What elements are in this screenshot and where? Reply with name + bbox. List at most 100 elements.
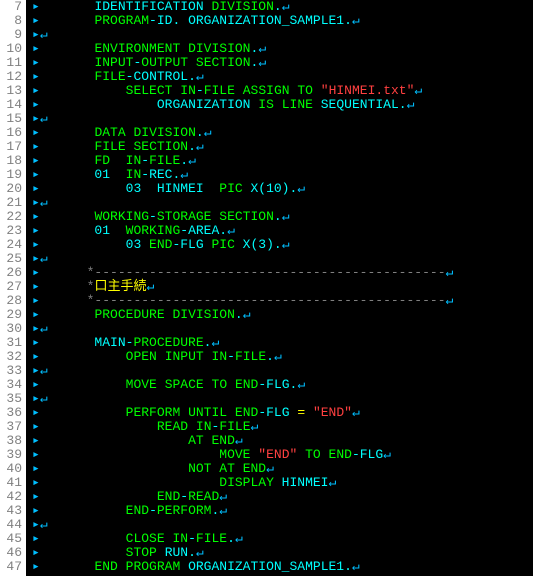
line-marker-icon: ▸ (32, 531, 40, 546)
code-token (40, 489, 157, 504)
code-token: END (235, 377, 258, 392)
line-number: 36 (2, 406, 22, 420)
newline-marker-icon: ↵ (243, 307, 251, 322)
code-token (204, 377, 212, 392)
code-token: TO (297, 83, 313, 98)
line-marker-icon: ▸ (32, 167, 40, 182)
newline-marker-icon: ↵ (251, 419, 259, 434)
line-marker-icon: ▸ (32, 293, 40, 308)
code-token: DIVISION (172, 307, 234, 322)
line-number: 25 (2, 252, 22, 266)
line-number: 10 (2, 42, 22, 56)
code-token: ID (157, 13, 173, 28)
code-token: PROGRAM (126, 559, 181, 574)
line-number-gutter: 7891011121314151617181920212223242526272… (0, 0, 26, 576)
newline-marker-icon: ↵ (211, 335, 219, 350)
code-token: -FLG. (258, 377, 297, 392)
code-token: FILE (94, 139, 125, 154)
code-line: ▸↵ (32, 518, 533, 532)
line-marker-icon: ▸ (32, 447, 40, 462)
code-token: MOVE (126, 377, 157, 392)
code-editor: 7891011121314151617181920212223242526272… (0, 0, 533, 576)
code-token: END (235, 405, 258, 420)
newline-marker-icon: ↵ (180, 167, 188, 182)
code-token: -REC. (141, 167, 180, 182)
line-number: 38 (2, 434, 22, 448)
newline-marker-icon: ↵ (414, 83, 422, 98)
code-token (235, 83, 243, 98)
code-token (40, 405, 126, 420)
code-token: FILE (219, 419, 250, 434)
code-token: FILE (94, 69, 125, 84)
code-token: PERFORM (126, 405, 181, 420)
code-line: ▸ 01 WORKING-AREA.↵ (32, 224, 533, 238)
code-area[interactable]: ▸ IDENTIFICATION DIVISION.↵▸ PROGRAM-ID.… (26, 0, 533, 576)
line-number: 33 (2, 364, 22, 378)
code-token (40, 559, 95, 574)
newline-marker-icon: ▸↵ (32, 363, 48, 378)
code-token: -FLG (258, 405, 297, 420)
line-number: 20 (2, 182, 22, 196)
code-token: . (399, 97, 407, 112)
code-token (40, 55, 95, 70)
code-line: ▸ END PROGRAM ORGANIZATION_SAMPLE1.↵ (32, 560, 533, 574)
code-token: CONTROL (133, 69, 188, 84)
code-token: FILE (149, 153, 180, 168)
line-marker-icon: ▸ (32, 55, 40, 70)
code-token: PROGRAM (94, 13, 149, 28)
newline-marker-icon: ▸↵ (32, 27, 48, 42)
code-line: ▸ PROCEDURE DIVISION.↵ (32, 308, 533, 322)
line-number: 7 (2, 0, 22, 14)
line-number: 23 (2, 224, 22, 238)
newline-marker-icon: ↵ (282, 0, 290, 14)
code-line: ▸ READ IN-FILE↵ (32, 420, 533, 434)
line-marker-icon: ▸ (32, 181, 40, 196)
code-line: ▸ 01 IN-REC.↵ (32, 168, 533, 182)
code-token: ORGANIZATION_SAMPLE1 (188, 13, 344, 28)
newline-marker-icon: ▸↵ (32, 321, 48, 336)
code-line: ▸ ORGANIZATION IS LINE SEQUENTIAL.↵ (32, 98, 533, 112)
newline-marker-icon: ↵ (352, 559, 360, 574)
code-token: . (196, 125, 204, 140)
newline-marker-icon: ↵ (446, 293, 454, 308)
newline-marker-icon: ↵ (352, 13, 360, 28)
code-token (118, 559, 126, 574)
code-line: ▸ INPUT-OUTPUT SECTION.↵ (32, 56, 533, 70)
line-number: 41 (2, 476, 22, 490)
code-line: ▸ 03 HINMEI PIC X(10).↵ (32, 182, 533, 196)
line-number: 34 (2, 378, 22, 392)
code-token: FILE (204, 83, 235, 98)
code-token: STORAGE (157, 209, 212, 224)
code-token: END (126, 503, 149, 518)
line-marker-icon: ▸ (32, 335, 40, 350)
code-token: SELECT (126, 83, 173, 98)
line-number: 45 (2, 532, 22, 546)
code-line: ▸ END-PERFORM.↵ (32, 504, 533, 518)
code-token: IDENTIFICATION (94, 0, 203, 14)
code-line: ▸ ENVIRONMENT DIVISION.↵ (32, 42, 533, 56)
code-token: END (243, 461, 266, 476)
newline-marker-icon: ↵ (266, 461, 274, 476)
code-token: DIVISION (211, 0, 273, 14)
code-line: ▸ FILE-CONTROL.↵ (32, 70, 533, 84)
code-line: ▸ CLOSE IN-FILE.↵ (32, 532, 533, 546)
code-token: . (266, 349, 274, 364)
newline-marker-icon: ↵ (258, 41, 266, 56)
newline-marker-icon: ↵ (146, 279, 154, 294)
line-number: 29 (2, 308, 22, 322)
line-number: 27 (2, 280, 22, 294)
line-number: 31 (2, 336, 22, 350)
newline-marker-icon: ↵ (282, 237, 290, 252)
code-token: SECTION (133, 139, 188, 154)
newline-marker-icon: ↵ (274, 349, 282, 364)
line-number: 24 (2, 238, 22, 252)
line-marker-icon: ▸ (32, 559, 40, 574)
code-token: END (94, 559, 117, 574)
line-marker-icon: ▸ (32, 83, 40, 98)
line-marker-icon: ▸ (32, 461, 40, 476)
code-token (313, 97, 321, 112)
code-token (110, 153, 126, 168)
newline-marker-icon: ↵ (258, 55, 266, 70)
line-number: 11 (2, 56, 22, 70)
code-line: ▸ PERFORM UNTIL END-FLG = "END"↵ (32, 406, 533, 420)
